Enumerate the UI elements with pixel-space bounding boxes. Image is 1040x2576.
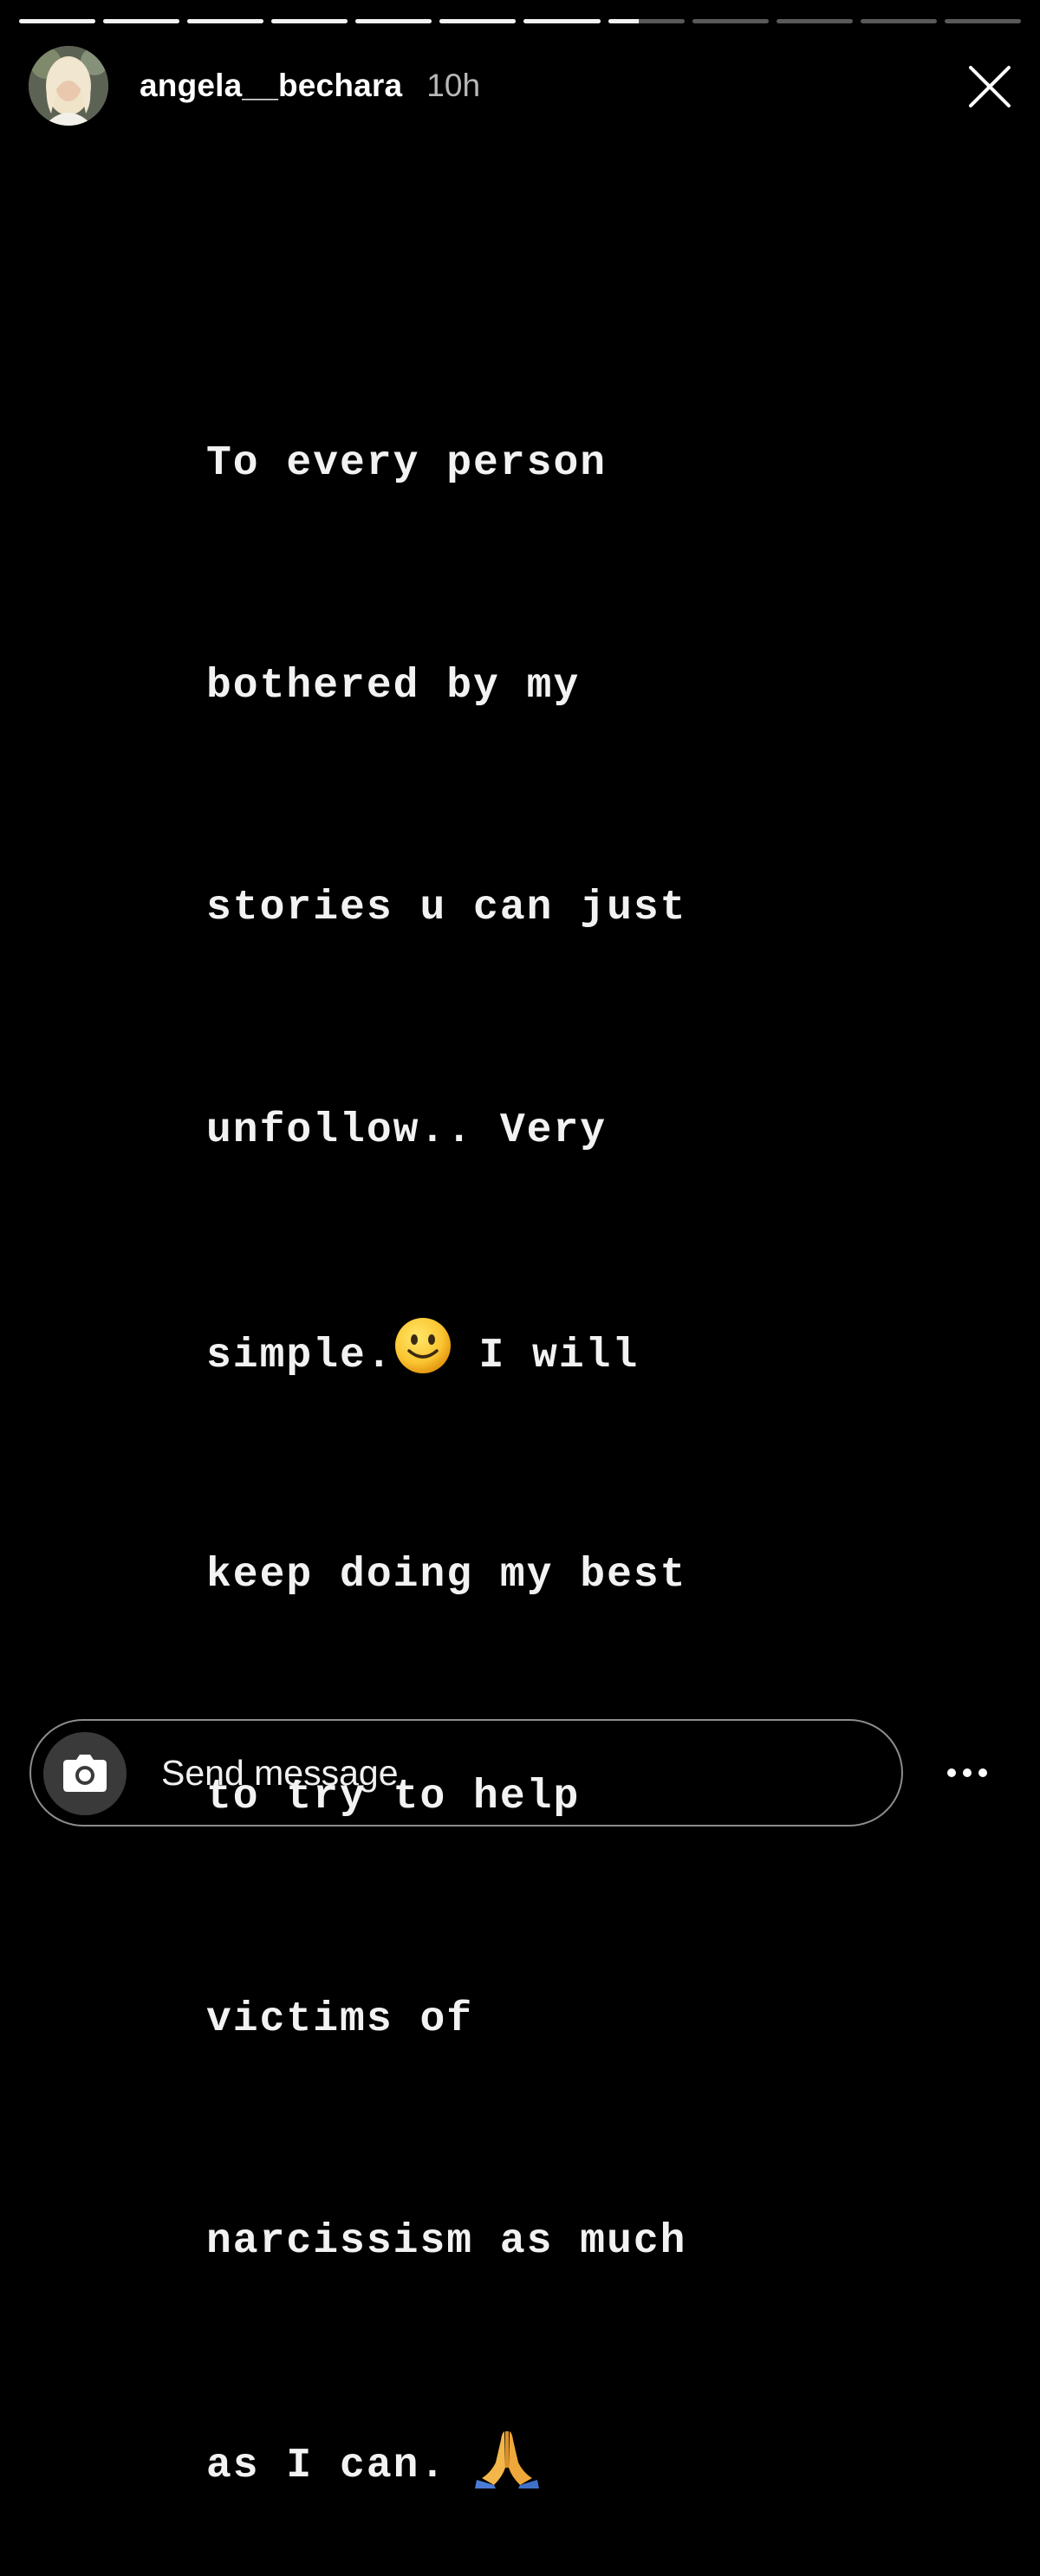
story-progress-segment	[944, 19, 1021, 23]
camera-button[interactable]	[43, 1732, 127, 1815]
story-progress-segment	[860, 19, 937, 23]
story-timestamp: 10h	[426, 68, 481, 103]
close-icon	[969, 66, 1011, 107]
story-progress-fill	[271, 19, 348, 23]
story-progress-bar	[19, 19, 1021, 24]
story-progress-fill	[19, 19, 96, 23]
story-progress-fill	[608, 19, 639, 23]
story-line: victims of	[206, 1995, 474, 2043]
story-line: keep doing my best	[206, 1551, 687, 1599]
story-progress-segment	[776, 19, 853, 23]
story-progress-fill	[523, 19, 601, 23]
story-line-with-emoji: as I can.	[206, 2428, 865, 2502]
story-progress-segment	[271, 19, 348, 23]
story-progress-fill	[439, 19, 517, 23]
message-bar	[29, 1719, 903, 1827]
story-progress-segment	[19, 19, 96, 23]
more-icon	[947, 1768, 987, 1777]
story-progress-segment	[439, 19, 517, 23]
story-progress-segment	[187, 19, 264, 23]
folded-hands-emoji	[475, 2430, 540, 2488]
username[interactable]: angela__bechara	[140, 68, 402, 104]
story-line-part: simple.	[206, 1333, 393, 1379]
story-progress-segment	[103, 19, 180, 23]
close-button[interactable]	[962, 59, 1017, 114]
story-progress-segment	[692, 19, 769, 23]
story-line: bothered by my	[206, 662, 581, 710]
story-line-with-emoji: simple. I will	[206, 1316, 865, 1391]
camera-icon	[63, 1755, 107, 1792]
story-progress-fill	[103, 19, 180, 23]
story-text: To every person bothered by my stories u…	[206, 279, 865, 2576]
story-line: narcissism as much	[206, 2218, 687, 2265]
story-line: To every person	[206, 440, 608, 487]
story-line-part: as I can.	[206, 2442, 474, 2489]
story-line-part: I will	[452, 1333, 640, 1379]
avatar[interactable]	[29, 46, 108, 126]
story-progress-segment	[355, 19, 432, 23]
story-line: stories u can just	[206, 885, 687, 931]
slightly-smiling-face-emoji	[394, 1318, 451, 1373]
story-progress-fill	[355, 19, 432, 23]
story-header: angela__bechara 10h	[29, 45, 480, 127]
story-progress-segment	[523, 19, 601, 23]
more-options-button[interactable]	[945, 1752, 990, 1794]
avatar-image	[29, 46, 108, 126]
story-progress-segment	[608, 19, 685, 23]
send-message-input[interactable]	[161, 1721, 872, 1825]
story-progress-fill	[187, 19, 264, 23]
story-line: unfollow.. Very	[206, 1106, 608, 1154]
